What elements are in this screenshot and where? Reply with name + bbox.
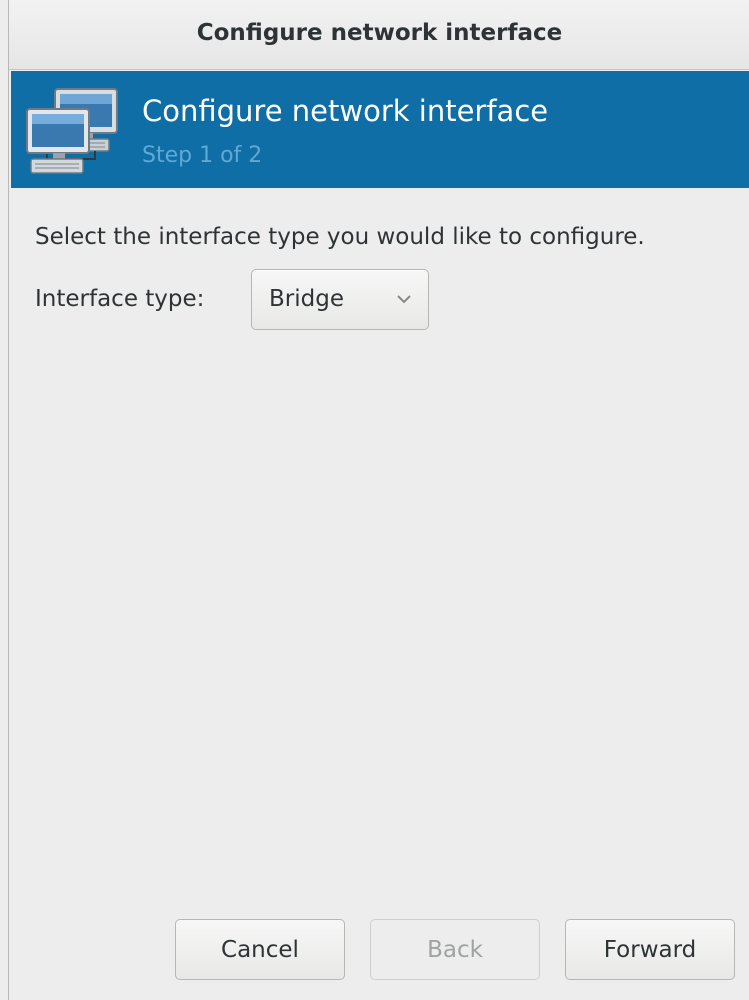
forward-button[interactable]: Forward	[565, 919, 735, 980]
interface-type-dropdown[interactable]: Bridge	[251, 269, 429, 330]
interface-type-value: Bridge	[269, 286, 344, 312]
banner-title: Configure network interface	[142, 94, 549, 128]
title-bar[interactable]: Configure network interface	[9, 0, 749, 70]
chevron-down-icon	[397, 295, 411, 304]
window-title: Configure network interface	[196, 19, 563, 46]
cancel-button[interactable]: Cancel	[175, 919, 345, 980]
interface-type-label: Interface type:	[35, 286, 205, 312]
dialog-window: Configure network interface Configure ne…	[8, 0, 749, 1000]
wizard-header-banner: Configure network interface Step 1 of 2	[11, 71, 749, 188]
network-computers-icon	[26, 88, 118, 174]
back-button[interactable]: Back	[370, 919, 540, 980]
step-indicator: Step 1 of 2	[142, 143, 263, 168]
instruction-text: Select the interface type you would like…	[35, 224, 645, 250]
